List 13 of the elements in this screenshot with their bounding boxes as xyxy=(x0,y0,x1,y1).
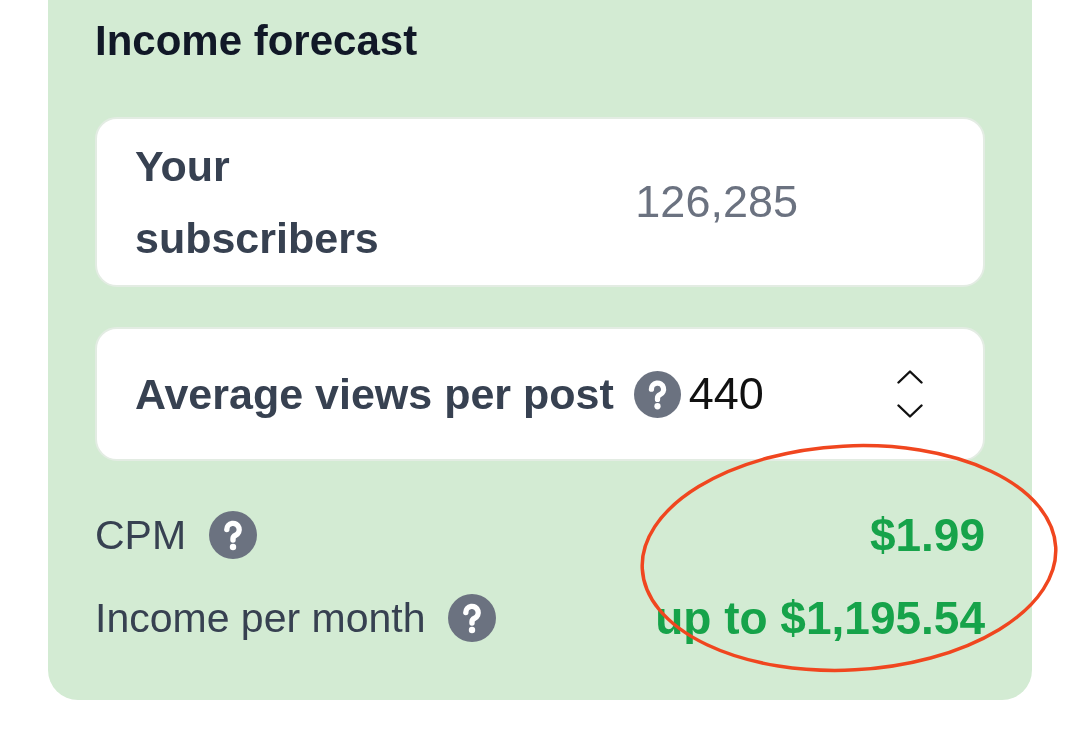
help-icon[interactable] xyxy=(633,370,681,418)
chevron-up-icon xyxy=(897,370,923,384)
field-label: Average views per post xyxy=(135,369,614,420)
stat-label: Income per month xyxy=(95,594,426,643)
input-field[interactable]: 126,285 xyxy=(435,172,798,232)
help-icon[interactable] xyxy=(448,594,497,642)
help-icon[interactable] xyxy=(209,511,258,559)
stat-value: $1.99 xyxy=(869,508,985,562)
card-title: Income forecast xyxy=(95,16,419,66)
field-label: Your subscribers xyxy=(135,141,380,264)
input-field[interactable]: 440 xyxy=(688,364,784,424)
stat-label: CPM xyxy=(95,511,187,560)
chevron-down-icon xyxy=(897,404,923,418)
